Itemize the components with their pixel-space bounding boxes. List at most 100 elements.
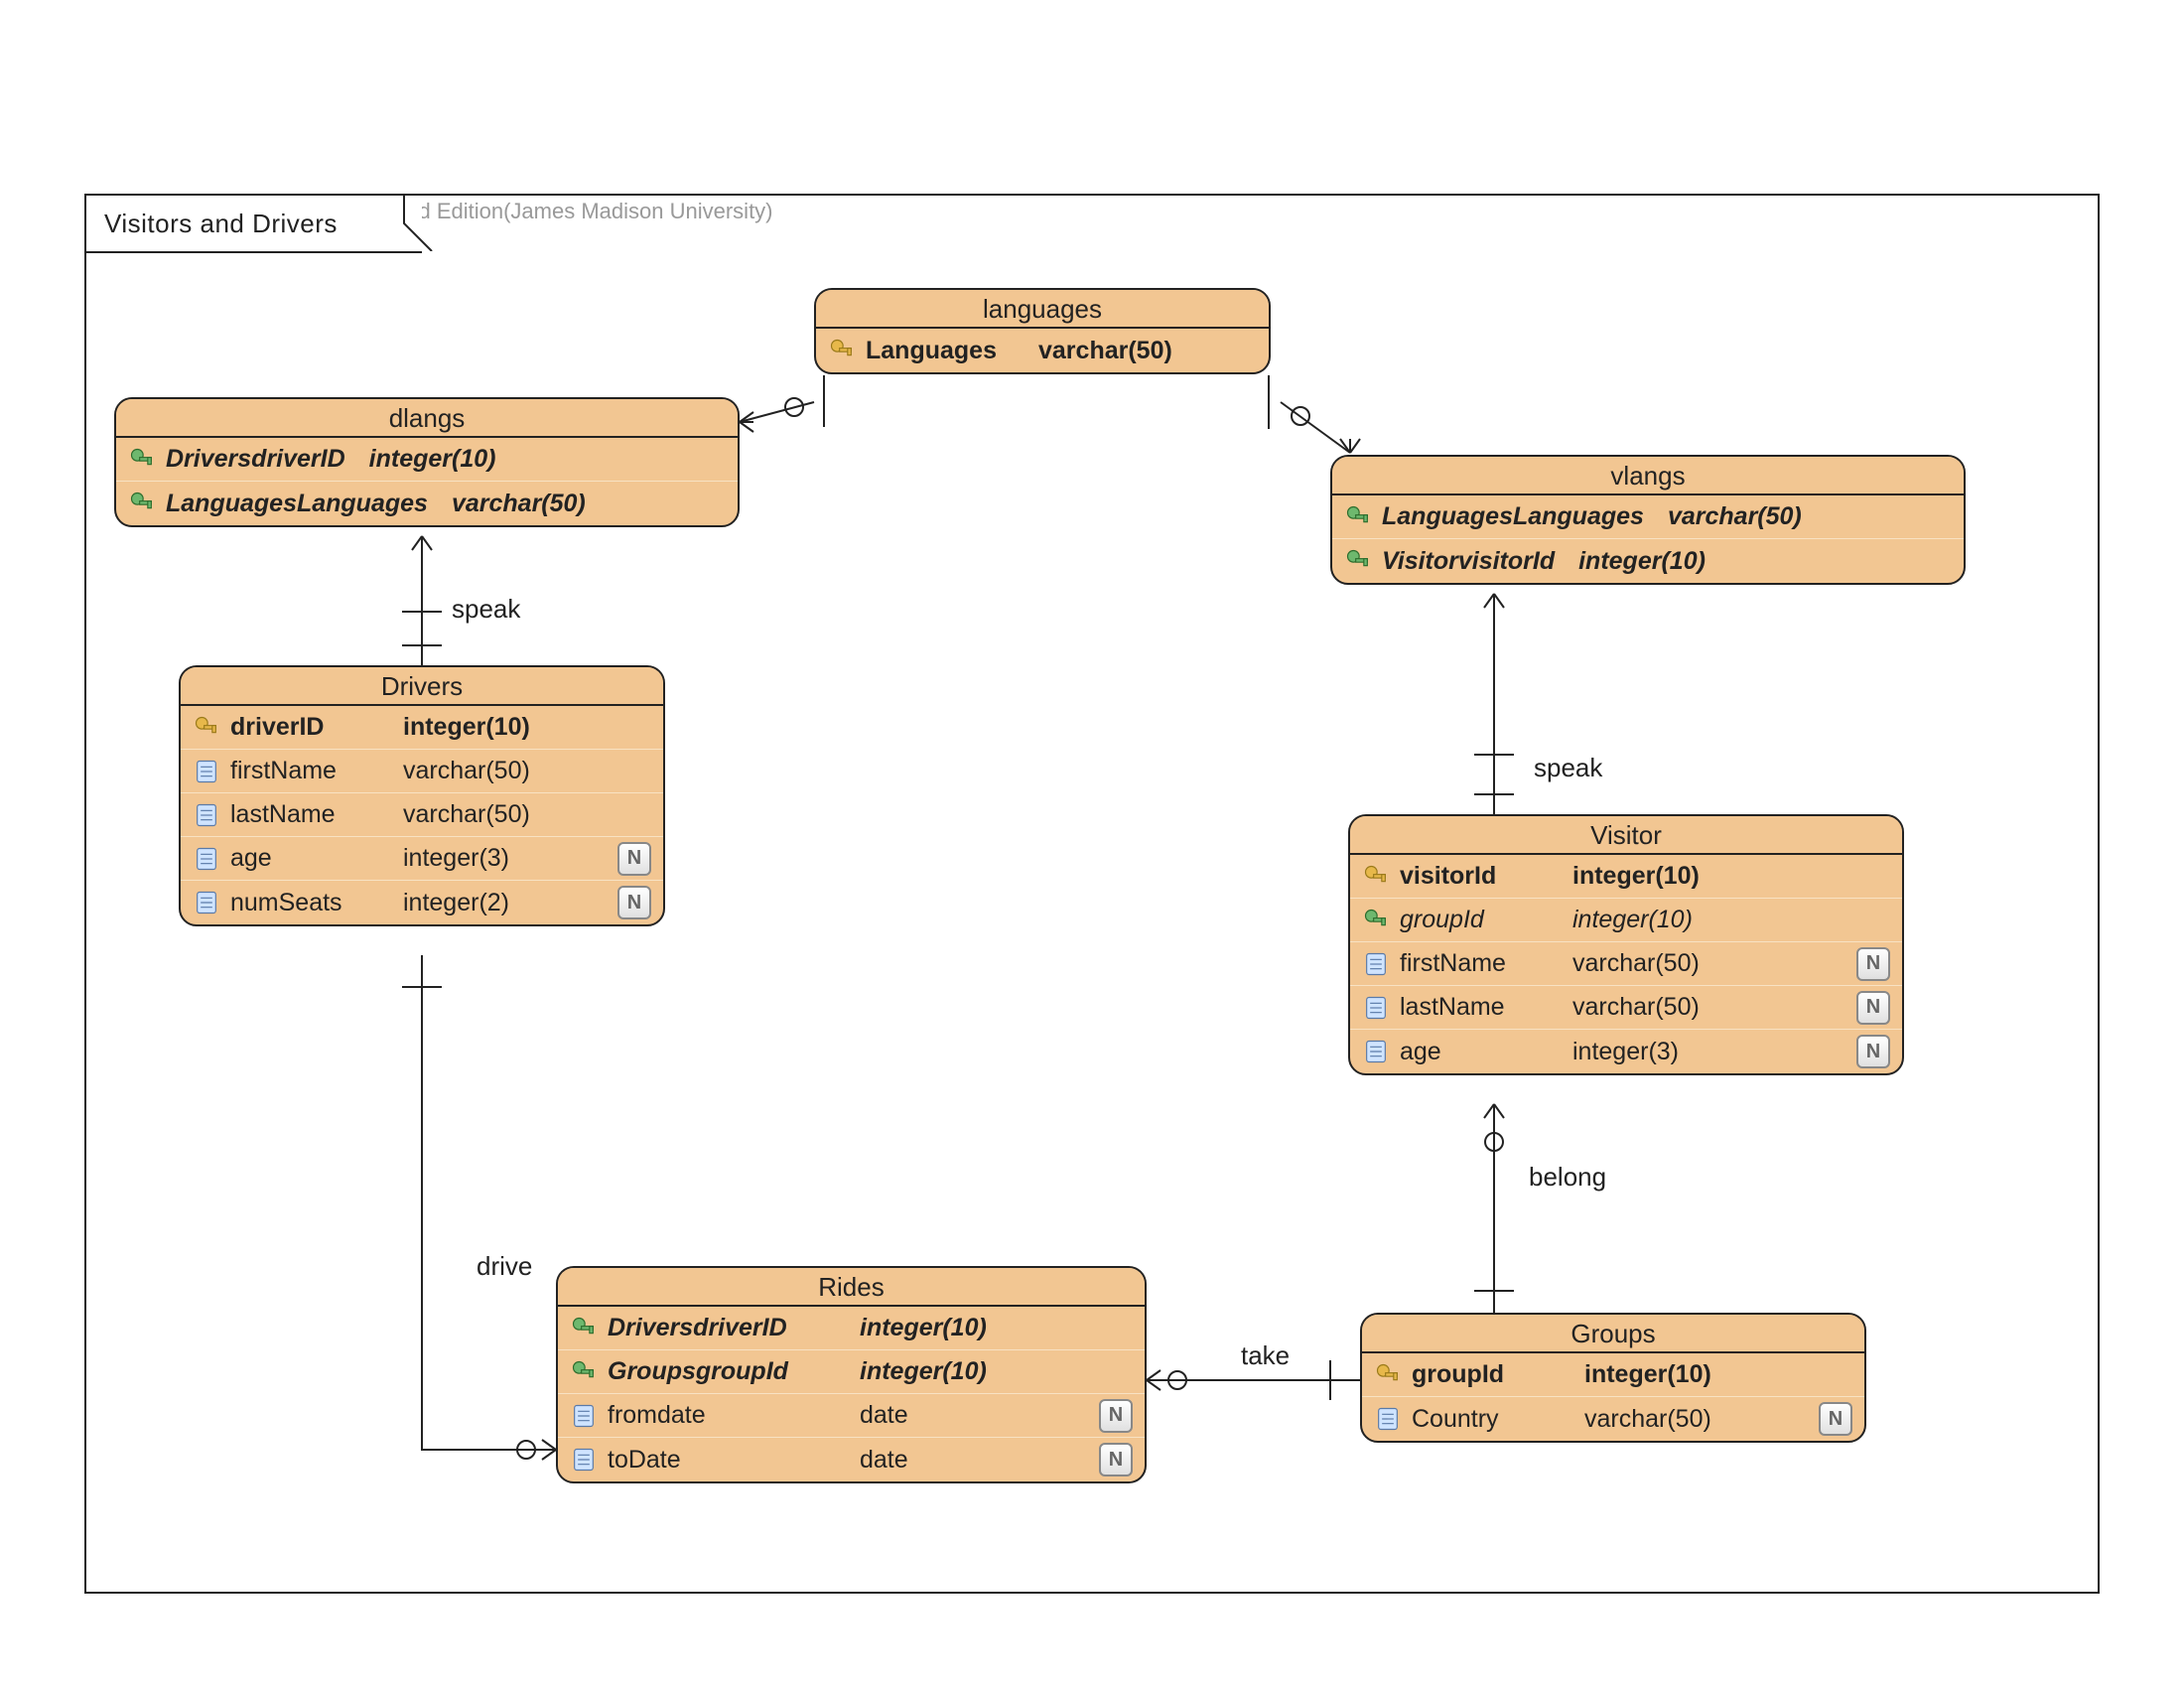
col-type: integer(10) [1584,1360,1711,1389]
entity-title: vlangs [1332,457,1964,495]
col-name: lastName [230,800,403,829]
nullable-badge: N [1856,1035,1890,1068]
entity-dlangs[interactable]: dlangs DriversdriverID integer(10) Langu… [114,397,740,527]
col-type: date [860,1446,908,1475]
column-icon [1362,950,1390,978]
entity-title: Groups [1362,1315,1864,1353]
column-icon [1362,1038,1390,1065]
table-row: toDate date N [558,1438,1145,1481]
primary-key-icon [193,714,220,742]
table-row: fromdate date N [558,1394,1145,1438]
col-name: age [1400,1038,1572,1066]
entity-visitor[interactable]: Visitor visitorId integer(10) groupId in… [1348,814,1904,1075]
nullable-badge: N [617,886,651,919]
entity-vlangs[interactable]: vlangs LanguagesLanguages varchar(50) Vi… [1330,455,1966,585]
entity-drivers[interactable]: Drivers driverID integer(10) firstName v… [179,665,665,926]
col-type: integer(3) [1572,1038,1679,1066]
entity-title: Visitor [1350,816,1902,855]
foreign-key-icon [128,446,156,474]
col-name: LanguagesLanguages [166,490,452,518]
col-type: varchar(50) [452,490,586,518]
col-name: Languages [866,337,1038,365]
nullable-badge: N [617,842,651,876]
table-row: firstName varchar(50) [181,750,663,793]
column-icon [1374,1405,1402,1433]
col-name: Country [1412,1405,1584,1434]
col-type: varchar(50) [1668,502,1802,531]
foreign-key-icon [570,1315,598,1342]
table-row: LanguagesLanguages varchar(50) [116,482,738,525]
primary-key-icon [1362,863,1390,891]
col-name: lastName [1400,993,1572,1022]
col-name: VisitorvisitorId [1382,547,1578,576]
table-row: DriversdriverID integer(10) [558,1307,1145,1350]
col-type: integer(2) [403,889,509,917]
column-icon [193,758,220,785]
col-type: date [860,1401,908,1430]
col-type: integer(10) [860,1357,987,1386]
table-row: age integer(3) N [181,837,663,881]
table-row: age integer(3) N [1350,1030,1902,1073]
col-name: toDate [608,1446,860,1475]
primary-key-icon [1374,1361,1402,1389]
table-row: driverID integer(10) [181,706,663,750]
table-row: groupId integer(10) [1350,899,1902,942]
frame-title: Visitors and Drivers [104,209,338,239]
col-type: integer(10) [369,445,496,474]
foreign-key-icon [1344,503,1372,531]
col-name: visitorId [1400,862,1572,891]
column-icon [570,1446,598,1474]
entity-languages[interactable]: languages Languages varchar(50) [814,288,1271,374]
col-type: integer(3) [403,844,509,873]
col-name: age [230,844,403,873]
primary-key-icon [828,337,856,364]
table-row: VisitorvisitorId integer(10) [1332,539,1964,583]
frame-title-tab: Visitors and Drivers [84,194,422,253]
col-type: integer(10) [1578,547,1706,576]
table-row: firstName varchar(50) N [1350,942,1902,986]
rel-label-speak-visitor: speak [1534,753,1602,783]
col-name: DriversdriverID [608,1314,860,1342]
col-type: varchar(50) [1584,1405,1711,1434]
column-icon [570,1402,598,1430]
foreign-key-icon [1362,907,1390,934]
column-icon [193,845,220,873]
col-name: firstName [230,757,403,785]
entity-rides[interactable]: Rides DriversdriverID integer(10) Groups… [556,1266,1147,1483]
col-name: fromdate [608,1401,860,1430]
column-icon [193,889,220,916]
col-name: groupId [1412,1360,1584,1389]
col-type: varchar(50) [1572,993,1700,1022]
nullable-badge: N [1856,947,1890,981]
rel-label-belong: belong [1529,1162,1606,1193]
entity-title: Drivers [181,667,663,706]
col-type: integer(10) [860,1314,987,1342]
entity-title: Rides [558,1268,1145,1307]
rel-label-speak-drivers: speak [452,594,520,625]
rel-label-drive: drive [477,1251,532,1282]
table-row: lastName varchar(50) [181,793,663,837]
diagram-page: Visual Paradigm for UML Standard Edition… [0,0,2184,1688]
entity-groups[interactable]: Groups groupId integer(10) Country varch… [1360,1313,1866,1443]
col-type: integer(10) [1572,862,1700,891]
col-type: integer(10) [1572,906,1693,934]
entity-title: languages [816,290,1269,329]
col-name: groupId [1400,906,1572,934]
table-row: DriversdriverID integer(10) [116,438,738,482]
col-name: driverID [230,713,403,742]
table-row: numSeats integer(2) N [181,881,663,924]
col-type: integer(10) [403,713,530,742]
nullable-badge: N [1099,1399,1133,1433]
foreign-key-icon [570,1358,598,1386]
col-type: varchar(50) [1038,337,1172,365]
table-row: LanguagesLanguages varchar(50) [1332,495,1964,539]
col-name: LanguagesLanguages [1382,502,1668,531]
table-row: groupId integer(10) [1362,1353,1864,1397]
col-name: GroupsgroupId [608,1357,860,1386]
table-row: visitorId integer(10) [1350,855,1902,899]
table-row: lastName varchar(50) N [1350,986,1902,1030]
nullable-badge: N [1819,1402,1852,1436]
col-name: numSeats [230,889,403,917]
rel-label-take: take [1241,1340,1290,1371]
nullable-badge: N [1856,991,1890,1025]
